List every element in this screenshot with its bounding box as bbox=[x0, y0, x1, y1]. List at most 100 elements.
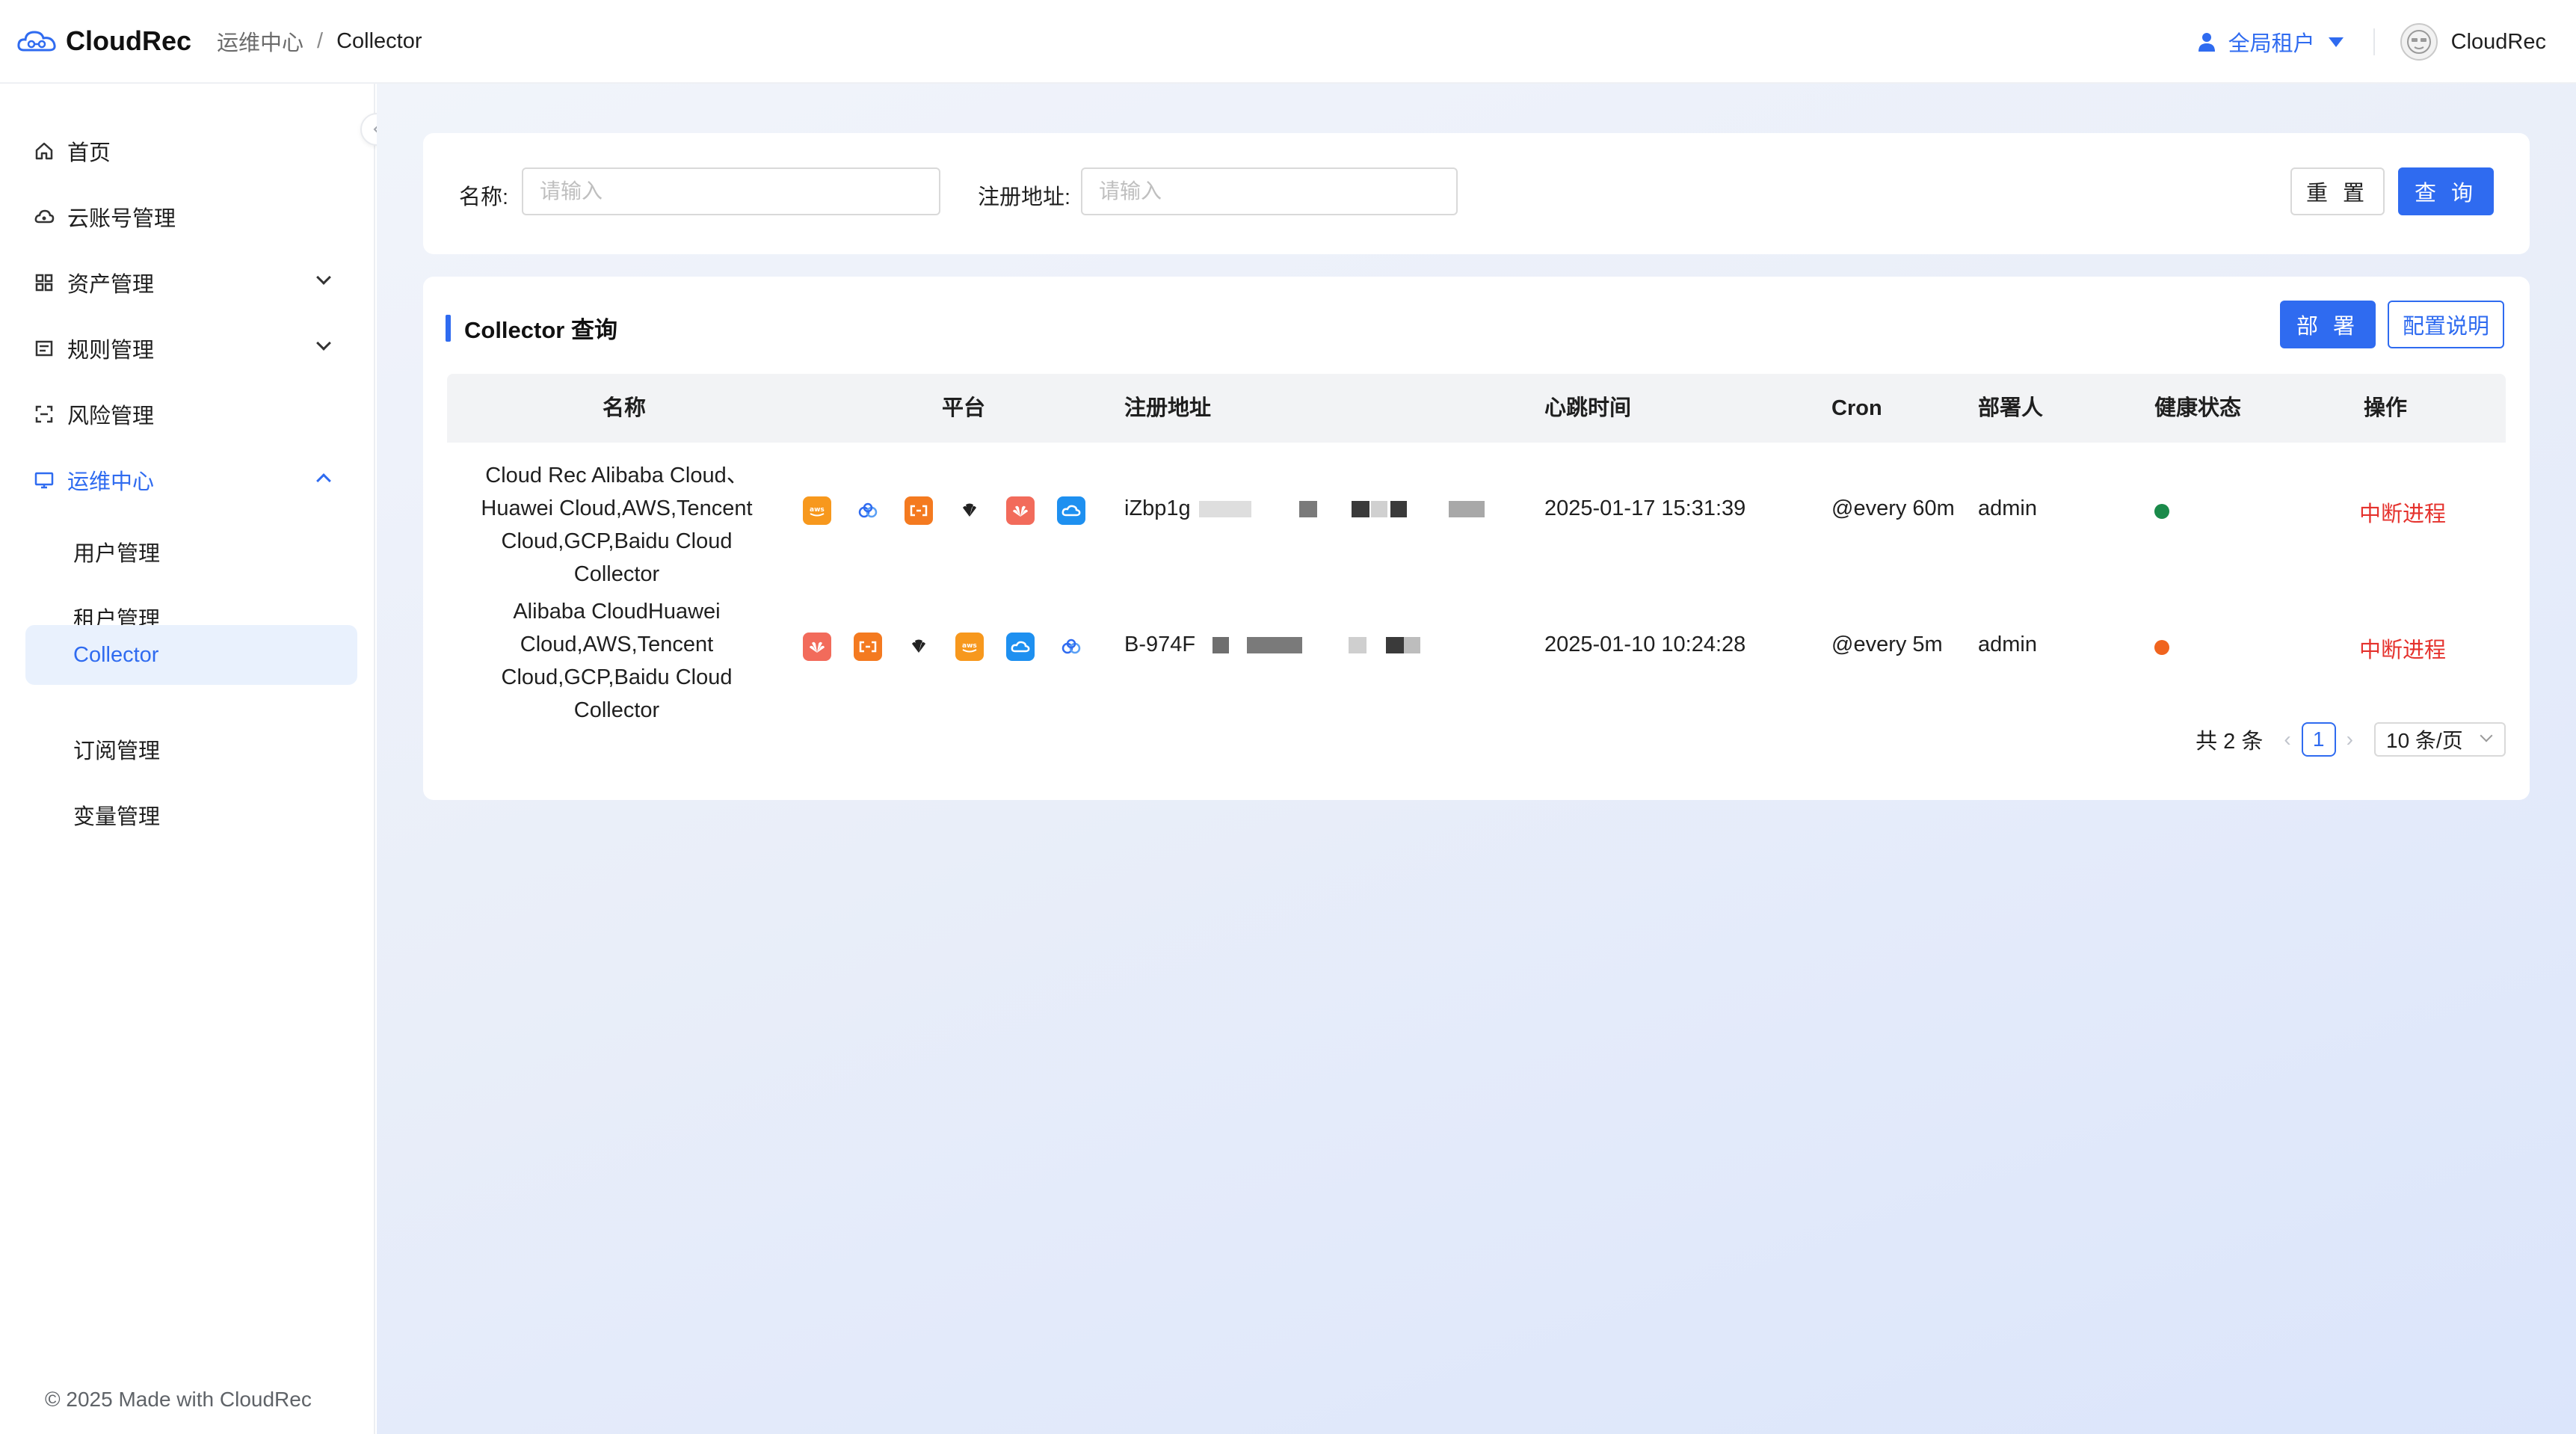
tenant-label: 全局租户 bbox=[2228, 32, 2315, 56]
sidebar-item-cloud-accounts[interactable]: 云账号管理 bbox=[0, 187, 375, 247]
user-name[interactable]: CloudRec bbox=[2451, 30, 2546, 55]
heartbeat-time: 2025-01-10 10:24:28 bbox=[1544, 633, 1746, 656]
breadcrumb-separator: / bbox=[317, 28, 324, 53]
cloud-account-icon bbox=[33, 206, 55, 228]
address-text: iZbp1g bbox=[1124, 496, 1191, 520]
redacted-block bbox=[1299, 501, 1317, 517]
baidu-cloud-icon bbox=[1057, 633, 1085, 661]
chevron-down-icon bbox=[2480, 729, 2493, 742]
breadcrumb-parent[interactable]: 运维中心 bbox=[217, 25, 303, 57]
column-header-deployer: 部署人 bbox=[1978, 396, 2044, 420]
card-title-text: Collector 查询 bbox=[464, 317, 617, 343]
user-icon bbox=[2198, 33, 2215, 52]
gcp-icon bbox=[905, 633, 933, 661]
page-size-value: 10 条/页 bbox=[2386, 729, 2463, 752]
heartbeat-time: 2025-01-17 15:31:39 bbox=[1544, 496, 1746, 520]
risk-icon bbox=[33, 403, 55, 425]
tencent-cloud-icon bbox=[1006, 633, 1035, 661]
column-header-address: 注册地址 bbox=[1124, 396, 1212, 420]
sidebar-subitem-label: Collector bbox=[73, 642, 159, 667]
breadcrumb: 运维中心 / Collector bbox=[217, 25, 422, 57]
registration-address: B-974F bbox=[1124, 633, 1195, 657]
huawei-cloud-icon bbox=[1006, 496, 1035, 525]
alibaba-cloud-icon bbox=[854, 633, 882, 661]
redacted-block bbox=[1386, 637, 1404, 653]
sidebar-subitem-subscriptions[interactable]: 订阅管理 bbox=[25, 719, 357, 779]
redacted-block bbox=[1349, 637, 1366, 653]
avatar[interactable] bbox=[2400, 23, 2438, 61]
logo[interactable]: CloudRec bbox=[16, 25, 191, 57]
aws-icon: aws bbox=[803, 496, 831, 525]
chevron-up-icon bbox=[316, 473, 331, 488]
cron-expression: @every 60m bbox=[1831, 496, 1955, 520]
redacted-block bbox=[1449, 501, 1485, 517]
deployer: admin bbox=[1978, 633, 2037, 656]
health-status-dot bbox=[2154, 640, 2169, 655]
sidebar-subitem-variables[interactable]: 变量管理 bbox=[25, 785, 357, 845]
caret-down-icon bbox=[2328, 37, 2344, 47]
redacted-block bbox=[1352, 501, 1369, 517]
terminate-process-link[interactable]: 中断进程 bbox=[2359, 496, 2446, 528]
column-header-heartbeat: 心跳时间 bbox=[1544, 396, 1632, 420]
huawei-cloud-icon bbox=[803, 633, 831, 661]
header-divider bbox=[2373, 28, 2375, 55]
column-header-platform: 平台 bbox=[942, 396, 986, 420]
sidebar-item-home[interactable]: 首页 bbox=[0, 121, 375, 181]
sidebar-subitem-collector[interactable]: Collector bbox=[25, 625, 357, 685]
prev-page-icon[interactable]: ‹ bbox=[2284, 727, 2290, 751]
platform-icons: aws bbox=[803, 633, 1108, 661]
sidebar-subitem-label: 订阅管理 bbox=[73, 739, 161, 763]
query-button[interactable]: 查 询 bbox=[2398, 167, 2494, 215]
monitor-icon bbox=[33, 469, 55, 491]
name-search-input[interactable] bbox=[522, 167, 940, 215]
tenant-selector[interactable]: 全局租户 bbox=[2197, 26, 2344, 58]
sidebar-item-rules[interactable]: 规则管理 bbox=[0, 319, 375, 378]
table-header: 名称 平台 注册地址 心跳时间 Cron 部署人 健康状态 操作 bbox=[447, 374, 2506, 443]
sidebar-item-label: 首页 bbox=[67, 141, 111, 165]
chevron-down-icon bbox=[316, 336, 331, 351]
breadcrumb-current: Collector bbox=[336, 28, 422, 53]
avatar-face-icon bbox=[2406, 30, 2431, 54]
table-row: Alibaba CloudHuawei Cloud,AWS,Tencent Cl… bbox=[447, 579, 2506, 722]
table-row: Cloud Rec Alibaba Cloud、 Huawei Cloud,AW… bbox=[447, 443, 2506, 586]
pagination: 共 2 条 ‹ 1 › 10 条/页 bbox=[2196, 722, 2506, 757]
page-size-select[interactable]: 10 条/页 bbox=[2374, 722, 2506, 757]
rule-icon bbox=[33, 337, 55, 360]
collector-name: Cloud Rec Alibaba Cloud、 Huawei Cloud,AW… bbox=[456, 459, 777, 591]
address-field-label: 注册地址: bbox=[978, 185, 1071, 209]
sidebar-item-risks[interactable]: 风险管理 bbox=[0, 384, 375, 444]
terminate-process-link[interactable]: 中断进程 bbox=[2359, 633, 2446, 664]
health-status-dot bbox=[2154, 504, 2169, 519]
collector-name-line: Alibaba CloudHuawei bbox=[513, 600, 721, 624]
address-search-input[interactable] bbox=[1081, 167, 1458, 215]
redacted-block bbox=[1247, 637, 1302, 653]
page-number-button[interactable]: 1 bbox=[2301, 722, 2336, 757]
reset-button[interactable]: 重 置 bbox=[2290, 167, 2385, 215]
collector-name-line: Cloud,AWS,Tencent bbox=[520, 633, 714, 656]
header-right: 全局租户 CloudRec bbox=[2197, 0, 2546, 84]
alibaba-cloud-icon bbox=[905, 496, 933, 525]
deploy-button[interactable]: 部 署 bbox=[2280, 301, 2376, 348]
redacted-block bbox=[1390, 501, 1407, 517]
total-count: 共 2 条 bbox=[2196, 730, 2264, 754]
sidebar-subitem-users[interactable]: 用户管理 bbox=[25, 522, 357, 582]
cron-expression: @every 5m bbox=[1831, 633, 1943, 656]
search-card: 名称: 注册地址: 重 置 查 询 bbox=[423, 133, 2530, 254]
sidebar: 首页 云账号管理 资产管理 规则管理 风险管理 运维中心 用户管理 租户管理 C… bbox=[0, 84, 375, 1434]
next-page-icon[interactable]: › bbox=[2347, 727, 2353, 751]
registration-address: iZbp1g bbox=[1124, 496, 1191, 521]
sidebar-item-assets[interactable]: 资产管理 bbox=[0, 253, 375, 313]
svg-text:aws: aws bbox=[810, 506, 825, 514]
config-doc-button[interactable]: 配置说明 bbox=[2388, 301, 2504, 348]
address-text: B-974F bbox=[1124, 633, 1196, 656]
logo-text: CloudRec bbox=[66, 25, 192, 56]
asset-icon bbox=[33, 271, 55, 294]
collector-name: Alibaba CloudHuawei Cloud,AWS,Tencent Cl… bbox=[456, 595, 777, 727]
column-header-cron: Cron bbox=[1831, 396, 1882, 420]
top-header: CloudRec 运维中心 / Collector 全局租户 CloudRec bbox=[0, 0, 2576, 84]
sidebar-item-ops-center[interactable]: 运维中心 bbox=[0, 450, 375, 510]
collector-name-line: Cloud,GCP,Baidu Cloud Collector bbox=[501, 665, 733, 722]
cloudrec-logo-icon bbox=[17, 31, 56, 52]
redacted-block bbox=[1212, 637, 1229, 653]
gcp-icon bbox=[955, 496, 984, 525]
